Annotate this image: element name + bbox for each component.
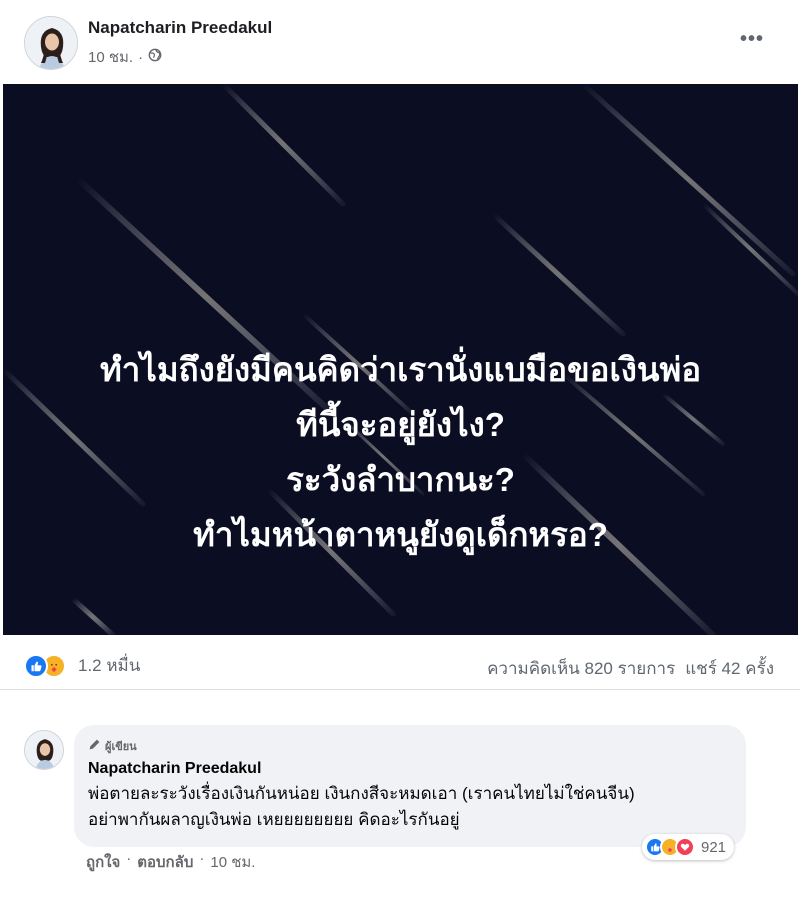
action-separator: · <box>126 850 132 867</box>
comment-reactions[interactable]: 921 <box>642 834 735 860</box>
author-badge-label: ผู้เขียน <box>105 741 137 753</box>
comment-time[interactable]: 10 ชม. <box>210 850 255 874</box>
comment-author-name[interactable]: Napatcharin Preedakul <box>88 760 732 778</box>
post-stats-bar: 1.2 หมื่น ความคิดเห็น 820 รายการ แชร์ 42… <box>0 640 800 690</box>
post-meta: 10 ชม. · <box>88 45 162 69</box>
pencil-icon <box>88 738 101 754</box>
comment-text: พ่อตายละระวังเรื่องเงินกันหน่อย เงินกงสี… <box>88 781 732 833</box>
post-image[interactable]: ทำไมถึงยังมีคนคิดว่าเรานั่งแบมือขอเงินพ่… <box>3 84 798 635</box>
globe-icon <box>148 48 162 66</box>
image-text-line: ทำไมหน้าตาหนูยังดูเด็กหรอ? <box>193 516 608 553</box>
comment-actions: ถูกใจ · ตอบกลับ · 10 ชม. <box>86 850 255 874</box>
meta-separator: · <box>138 48 144 66</box>
reactions-summary[interactable]: 1.2 หมื่น <box>24 652 140 679</box>
comment-text-line: อย่าพากันผลาญเงินพ่อ เหยยยยยยยย คิดอะไรก… <box>88 810 460 829</box>
author-avatar[interactable] <box>24 16 78 70</box>
like-comment-button[interactable]: ถูกใจ <box>86 850 120 874</box>
image-text-line: ทีนี้จะอยู่ยังไง? <box>296 406 505 443</box>
comment-item: ผู้เขียน Napatcharin Preedakul พ่อตายละร… <box>0 712 800 906</box>
love-icon <box>675 837 695 857</box>
post-header: Napatcharin Preedakul 10 ชม. · ••• <box>0 0 800 84</box>
post-author-name[interactable]: Napatcharin Preedakul <box>88 18 272 38</box>
image-text-line: ทำไมถึงยังมีคนคิดว่าเรานั่งแบมือขอเงินพ่… <box>99 351 702 388</box>
action-separator: · <box>199 850 205 867</box>
comment-text-line: พ่อตายละระวังเรื่องเงินกันหน่อย เงินกงสี… <box>88 784 635 803</box>
image-text-line: ระวังลำบากนะ? <box>286 461 515 498</box>
reaction-count: 1.2 หมื่น <box>78 656 141 675</box>
comments-count-link[interactable]: ความคิดเห็น 820 รายการ <box>487 655 675 682</box>
like-icon <box>24 653 48 678</box>
comment-bubble: ผู้เขียน Napatcharin Preedakul พ่อตายละร… <box>74 725 746 847</box>
image-caption: ทำไมถึงยังมีคนคิดว่าเรานั่งแบมือขอเงินพ่… <box>3 342 798 562</box>
author-badge: ผู้เขียน <box>88 737 732 755</box>
shares-count-link[interactable]: แชร์ 42 ครั้ง <box>685 655 774 682</box>
commenter-avatar[interactable] <box>24 730 64 770</box>
reply-comment-button[interactable]: ตอบกลับ <box>137 850 193 874</box>
engagement-counts: ความคิดเห็น 820 รายการ แชร์ 42 ครั้ง <box>487 655 774 682</box>
comment-reaction-count: 921 <box>701 838 727 856</box>
more-options-icon[interactable]: ••• <box>740 28 764 51</box>
post-time[interactable]: 10 ชม. <box>88 45 133 69</box>
